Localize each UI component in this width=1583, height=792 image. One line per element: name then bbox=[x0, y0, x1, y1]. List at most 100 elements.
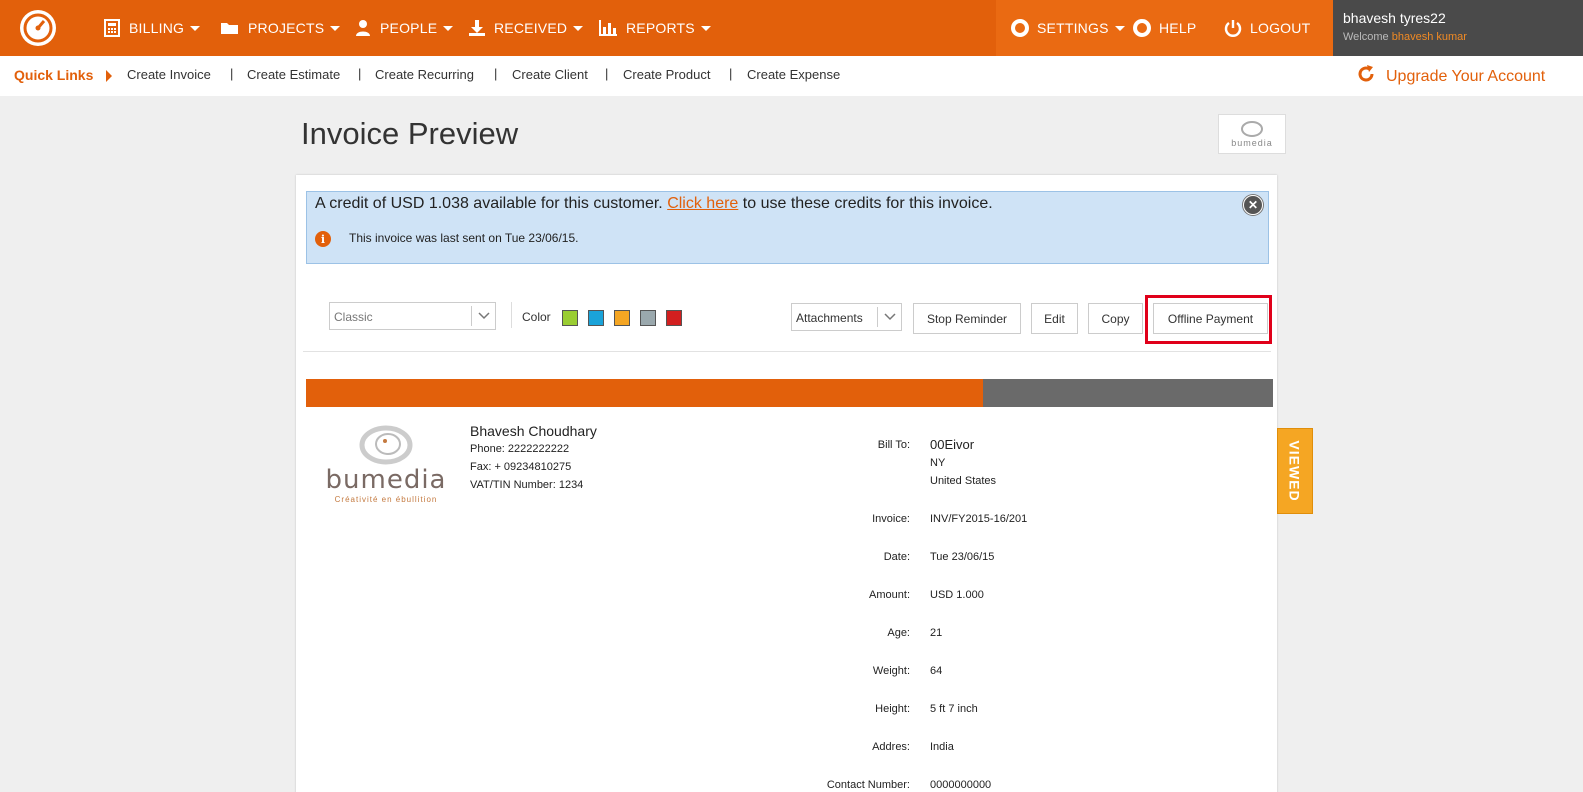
calculator-icon bbox=[103, 19, 121, 37]
template-select[interactable]: Classic bbox=[329, 302, 496, 330]
company-logo: bumedia Créativité en ébullition bbox=[318, 423, 454, 507]
field-value-contact-number: 0000000000 bbox=[930, 779, 992, 791]
color-swatch-red[interactable] bbox=[666, 310, 682, 326]
company-details: Bhavesh Choudhary Phone: 2222222222 Fax:… bbox=[470, 422, 597, 494]
field-value-amount: USD 1.000 bbox=[930, 589, 984, 601]
invoice-header-band bbox=[306, 379, 983, 407]
close-icon[interactable]: ✕ bbox=[1243, 195, 1263, 215]
nav-people[interactable]: PEOPLE bbox=[354, 0, 454, 56]
credit-prefix: A credit of USD 1.038 available for this… bbox=[315, 195, 663, 212]
copy-button[interactable]: Copy bbox=[1088, 303, 1143, 334]
color-swatch-blue[interactable] bbox=[588, 310, 604, 326]
company-phone: Phone: 2222222222 bbox=[470, 443, 570, 455]
field-label-amount: Amount: bbox=[869, 589, 910, 601]
bill-to-name: 00Eivor bbox=[930, 437, 975, 452]
chevron-down-icon bbox=[1114, 25, 1125, 31]
field-value-date: Tue 23/06/15 bbox=[930, 551, 995, 563]
field-value-weight: 64 bbox=[930, 665, 943, 677]
nav-people-label: PEOPLE bbox=[380, 20, 438, 36]
nav-received-label: RECEIVED bbox=[494, 20, 568, 36]
separator: | bbox=[605, 66, 609, 81]
logo-tagline: Créativité en ébullition bbox=[334, 495, 438, 504]
nav-billing-label: BILLING bbox=[129, 20, 185, 36]
company-logo-thumbnail: bumedia bbox=[1218, 114, 1286, 154]
separator: | bbox=[230, 66, 234, 81]
color-swatch-gray[interactable] bbox=[640, 310, 656, 326]
credit-suffix: to use these credits for this invoice. bbox=[742, 195, 993, 212]
user-name: bhavesh tyres22 bbox=[1343, 10, 1446, 26]
upgrade-account-link[interactable]: Upgrade Your Account bbox=[1356, 64, 1545, 89]
credit-message: A credit of USD 1.038 available for this… bbox=[315, 195, 993, 213]
help-lifebuoy-icon bbox=[1133, 19, 1151, 37]
separator: | bbox=[494, 66, 498, 81]
power-icon bbox=[1224, 19, 1242, 37]
status-label: VIEWED bbox=[1287, 440, 1304, 502]
last-sent-info: This invoice was last sent on Tue 23/06/… bbox=[349, 231, 579, 245]
field-label-age: Age: bbox=[887, 627, 910, 639]
separator: | bbox=[358, 66, 362, 81]
quick-links-bar: Quick Links Create Invoice | Create Esti… bbox=[0, 56, 1583, 96]
welcome-prefix: Welcome bbox=[1343, 31, 1389, 43]
nav-billing[interactable]: BILLING bbox=[103, 0, 201, 56]
bill-to-state: NY bbox=[930, 457, 946, 469]
field-value-age: 21 bbox=[930, 627, 943, 639]
nav-logout[interactable]: LOGOUT bbox=[1224, 0, 1310, 56]
dashboard-logo-icon[interactable] bbox=[20, 10, 56, 46]
user-icon bbox=[354, 19, 372, 37]
quick-link-create-invoice[interactable]: Create Invoice bbox=[127, 67, 211, 82]
quick-link-create-product[interactable]: Create Product bbox=[623, 67, 710, 82]
highlight-box bbox=[1145, 295, 1272, 344]
field-label-date: Date: bbox=[883, 551, 910, 563]
field-label-height: Height: bbox=[875, 703, 910, 715]
field-value-invoice: INV/FY2015-16/201 bbox=[930, 513, 1028, 525]
divider bbox=[303, 351, 1271, 352]
attachments-select-value: Attachments bbox=[796, 311, 863, 325]
nav-settings[interactable]: SETTINGS bbox=[1011, 0, 1125, 56]
color-swatch-orange[interactable] bbox=[614, 310, 630, 326]
quick-link-create-expense[interactable]: Create Expense bbox=[747, 67, 840, 82]
nav-logout-label: LOGOUT bbox=[1250, 20, 1311, 36]
user-welcome: Welcome bhavesh kumar bbox=[1343, 31, 1467, 43]
field-label-invoice: Invoice: bbox=[872, 513, 910, 525]
chevron-down-icon bbox=[573, 25, 584, 31]
chevron-down-icon bbox=[700, 25, 711, 31]
nav-projects[interactable]: PROJECTS bbox=[220, 0, 341, 56]
page-title: Invoice Preview bbox=[301, 116, 519, 151]
nav-projects-label: PROJECTS bbox=[248, 20, 325, 36]
welcome-name: bhavesh kumar bbox=[1391, 31, 1467, 43]
quick-links-title: Quick Links bbox=[14, 67, 94, 83]
chevron-down-icon bbox=[443, 25, 454, 31]
use-credits-link[interactable]: Click here bbox=[667, 195, 738, 212]
template-select-value: Classic bbox=[334, 310, 373, 324]
divider bbox=[511, 302, 512, 328]
bill-to-label: Bill To: bbox=[877, 439, 910, 451]
nav-received[interactable]: RECEIVED bbox=[468, 0, 584, 56]
quick-link-create-recurring[interactable]: Create Recurring bbox=[375, 67, 474, 82]
color-swatch-green[interactable] bbox=[562, 310, 578, 326]
brand-word: bumedia bbox=[1231, 138, 1273, 148]
quick-link-create-client[interactable]: Create Client bbox=[512, 67, 588, 82]
user-menu[interactable]: bhavesh tyres22 Welcome bhavesh kumar bbox=[1333, 0, 1583, 56]
chevron-down-icon bbox=[330, 25, 341, 31]
field-label-contact-number: Contact Number: bbox=[826, 779, 910, 791]
top-navigation-bar: BILLING PROJECTS PEOPLE RECEIVED REPORTS bbox=[0, 0, 1583, 56]
nav-reports[interactable]: REPORTS bbox=[598, 0, 711, 56]
edit-button[interactable]: Edit bbox=[1031, 303, 1078, 334]
status-badge: VIEWED bbox=[1277, 428, 1313, 514]
nav-help[interactable]: HELP bbox=[1133, 0, 1196, 56]
nav-reports-label: REPORTS bbox=[626, 20, 695, 36]
bar-chart-icon bbox=[598, 19, 618, 37]
upgrade-label: Upgrade Your Account bbox=[1386, 67, 1546, 85]
quick-link-create-estimate[interactable]: Create Estimate bbox=[247, 67, 340, 82]
logo-word: bumedia bbox=[325, 465, 447, 495]
stop-reminder-button[interactable]: Stop Reminder bbox=[913, 303, 1021, 334]
field-label-address: Addres: bbox=[872, 741, 910, 753]
invoice-header-band-dark bbox=[983, 379, 1273, 407]
attachments-select[interactable]: Attachments bbox=[791, 303, 902, 331]
nav-help-label: HELP bbox=[1159, 20, 1197, 36]
chevron-down-icon bbox=[471, 306, 495, 326]
swirl-logo-icon bbox=[359, 425, 413, 465]
field-value-address: India bbox=[930, 741, 954, 753]
folder-icon bbox=[220, 19, 240, 37]
swirl-logo-icon bbox=[1241, 121, 1263, 137]
